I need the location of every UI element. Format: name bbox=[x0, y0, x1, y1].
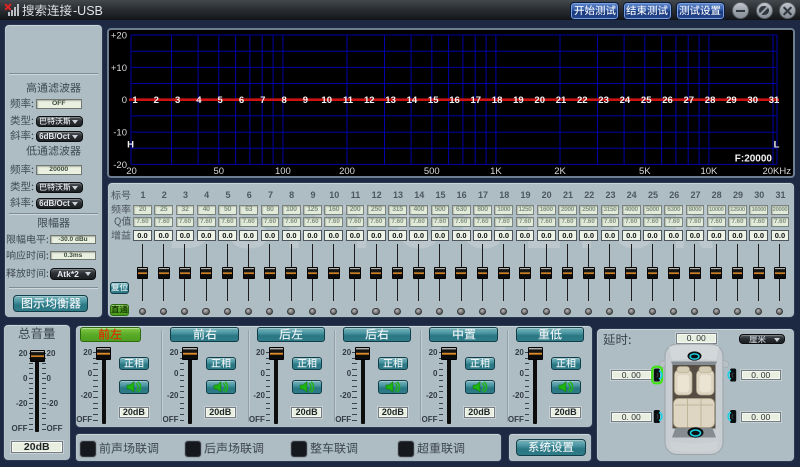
svg-text:31: 31 bbox=[769, 95, 780, 106]
svg-text:22: 22 bbox=[577, 95, 588, 106]
svg-text:+10: +10 bbox=[111, 63, 127, 74]
svg-text:19: 19 bbox=[513, 95, 524, 106]
svg-text:H: H bbox=[127, 140, 134, 151]
svg-text:200: 200 bbox=[339, 166, 355, 176]
svg-text:28: 28 bbox=[705, 95, 716, 106]
svg-text:0: 0 bbox=[122, 95, 127, 106]
svg-text:2: 2 bbox=[154, 95, 159, 106]
svg-text:10: 10 bbox=[321, 95, 332, 106]
svg-text:50: 50 bbox=[214, 166, 225, 176]
svg-text:16: 16 bbox=[449, 95, 460, 106]
svg-text:29: 29 bbox=[726, 95, 737, 106]
svg-text:12: 12 bbox=[364, 95, 375, 106]
svg-text:27: 27 bbox=[684, 95, 695, 106]
svg-text:17: 17 bbox=[471, 95, 482, 106]
svg-text:23: 23 bbox=[598, 95, 609, 106]
svg-text:20: 20 bbox=[126, 166, 137, 176]
svg-text:11: 11 bbox=[343, 95, 354, 106]
svg-text:500: 500 bbox=[424, 166, 440, 176]
svg-text:10K: 10K bbox=[700, 166, 718, 176]
svg-text:20KHz: 20KHz bbox=[762, 166, 791, 176]
svg-text:2K: 2K bbox=[554, 166, 566, 176]
svg-text:F:20000: F:20000 bbox=[735, 154, 773, 165]
svg-text:26: 26 bbox=[662, 95, 673, 106]
svg-text:30: 30 bbox=[747, 95, 758, 106]
svg-text:9: 9 bbox=[303, 95, 308, 106]
svg-text:100: 100 bbox=[275, 166, 291, 176]
svg-text:L: L bbox=[774, 140, 780, 151]
svg-text:4: 4 bbox=[196, 95, 202, 106]
svg-text:+20: +20 bbox=[111, 31, 127, 42]
svg-text:20: 20 bbox=[534, 95, 545, 106]
svg-text:1: 1 bbox=[132, 95, 138, 106]
svg-text:1K: 1K bbox=[490, 166, 502, 176]
svg-text:8: 8 bbox=[281, 95, 286, 106]
svg-text:3: 3 bbox=[175, 95, 180, 106]
svg-text:-20: -20 bbox=[113, 160, 127, 171]
svg-text:14: 14 bbox=[407, 95, 418, 106]
svg-text:18: 18 bbox=[492, 95, 503, 106]
svg-text:5K: 5K bbox=[639, 166, 651, 176]
svg-text:-10: -10 bbox=[113, 128, 127, 139]
svg-text:6: 6 bbox=[239, 95, 244, 106]
svg-text:25: 25 bbox=[641, 95, 652, 106]
svg-text:7: 7 bbox=[260, 95, 265, 106]
svg-text:15: 15 bbox=[428, 95, 439, 106]
svg-text:5: 5 bbox=[218, 95, 224, 106]
svg-text:21: 21 bbox=[556, 95, 567, 106]
svg-text:13: 13 bbox=[385, 95, 396, 106]
svg-text:24: 24 bbox=[620, 95, 631, 106]
